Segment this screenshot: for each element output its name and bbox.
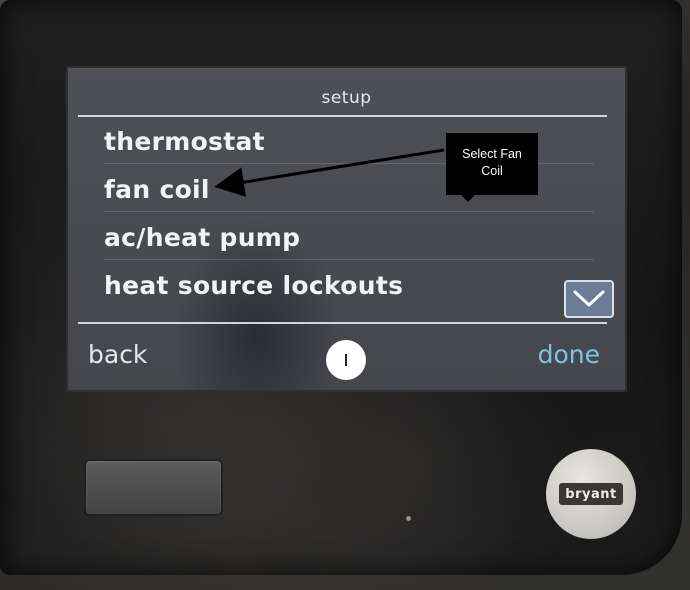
menu-item-label: thermostat: [104, 127, 265, 156]
menu-item-ac-heat-pump[interactable]: ac/heat pump: [104, 220, 594, 268]
chevron-down-icon: [573, 290, 605, 307]
menu-item-heat-source-lockouts[interactable]: heat source lockouts: [104, 268, 574, 316]
brand-logo: bryant: [546, 449, 636, 539]
status-led: [406, 516, 411, 521]
menu-item-label: fan coil: [104, 175, 210, 204]
brand-logo-text: bryant: [559, 483, 623, 505]
page-indicator: [326, 340, 366, 380]
callout-text-line2: Coil: [481, 164, 503, 178]
touch-screen: setup thermostat fan coil ac/heat pump h…: [68, 68, 625, 390]
menu-separator: [104, 259, 594, 260]
title-divider: [78, 115, 607, 117]
callout-box: Select Fan Coil: [446, 133, 538, 195]
screen-title: setup: [321, 88, 372, 108]
scroll-down-button[interactable]: [564, 280, 614, 318]
thermostat-photo: setup thermostat fan coil ac/heat pump h…: [0, 0, 690, 590]
home-button[interactable]: [86, 461, 221, 514]
done-button[interactable]: done: [538, 340, 600, 369]
menu-item-label: heat source lockouts: [104, 271, 404, 300]
callout-tail: [460, 194, 476, 202]
back-button[interactable]: back: [88, 340, 147, 369]
menu-item-label: ac/heat pump: [104, 223, 301, 252]
callout-text-line1: Select Fan: [462, 147, 522, 161]
thermostat-device: setup thermostat fan coil ac/heat pump h…: [0, 0, 682, 575]
footer-divider: [78, 322, 607, 324]
menu-separator: [104, 211, 594, 212]
page-indicator-mark: [345, 354, 347, 366]
